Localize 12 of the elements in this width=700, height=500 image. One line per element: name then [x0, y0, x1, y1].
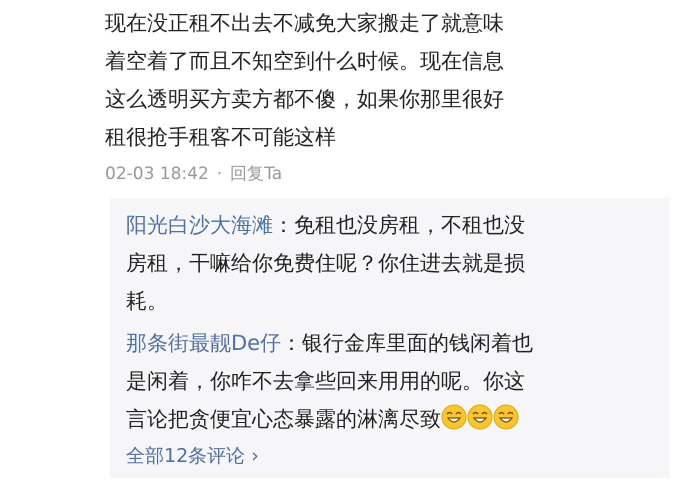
reply-link[interactable]: 回复Ta	[230, 162, 282, 188]
comment-text: 现在没正租不出去不减免大家搬走了就意味着空着了而且不知空到什么时候。现在信息这么透明买方卖方都不傻，如果你那里很好租很抢手租客不可能这样	[105, 10, 505, 151]
reply-author[interactable]: 那条街最靓De仔	[126, 330, 282, 354]
comment-time: 02-03 18:42	[105, 163, 209, 186]
laughing-emoji-icon	[467, 404, 493, 430]
laughing-emoji-icon	[493, 404, 519, 430]
reply-comment: 那条街最靓De仔：银行金库里面的钱闲着也是闲着，你咋不去拿些回来用用的呢。你这言论把贪便宜心态暴露的淋漓尽致	[126, 330, 534, 432]
all-comments-link[interactable]: 全部12条评论 ›	[126, 442, 259, 470]
separator: ·	[216, 163, 222, 186]
reply-comment: 阳光白沙大海滩：免租也没房租，不租也没房租，干嘛给你免费住呢？你住进去就是损耗。	[126, 212, 526, 314]
laughing-emoji-icon	[441, 404, 467, 430]
reply-author[interactable]: 阳光白沙大海滩	[126, 212, 273, 236]
